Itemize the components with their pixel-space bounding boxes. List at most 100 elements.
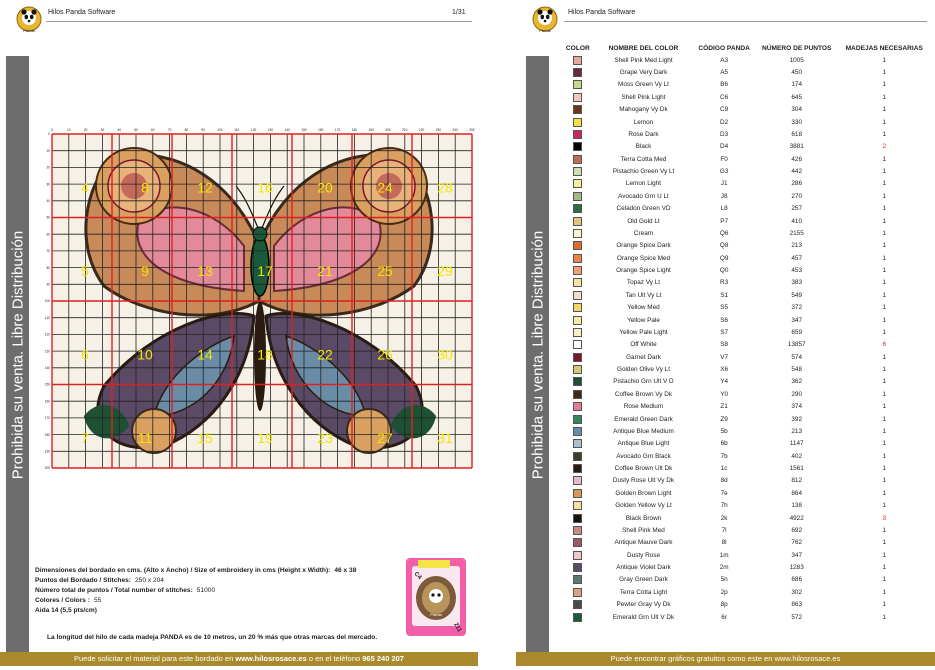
- skeins-needed: 1: [882, 601, 886, 609]
- color-swatch: [573, 303, 583, 313]
- header-code: CÓDIGO PANDA: [698, 44, 750, 52]
- panda-code: Z9: [720, 415, 728, 423]
- panda-code: 2k: [720, 514, 728, 522]
- color-name: Antique Blue Medium: [613, 427, 674, 435]
- color-name: Celadon Green VD: [616, 205, 671, 213]
- table-row: Off White S8 13857 6: [557, 339, 935, 351]
- stitch-count: 3881: [789, 143, 804, 151]
- skeins-needed: 1: [882, 378, 886, 386]
- total-value: 51000: [196, 587, 216, 594]
- stitch-count: 450: [791, 69, 803, 77]
- app-name: Hilos Panda Software: [48, 9, 116, 16]
- skeins-needed: 1: [882, 403, 886, 411]
- stitch-count: 4922: [789, 514, 804, 522]
- stitch-count: 762: [791, 539, 803, 547]
- side-label: Prohibida su venta. Libre Distribución: [529, 230, 546, 480]
- swatch-cell: [557, 462, 599, 474]
- color-swatch: [573, 451, 583, 461]
- color-swatch: [573, 92, 583, 102]
- panda-code: 7l: [721, 526, 727, 534]
- column-tick: 220: [419, 128, 425, 132]
- color-swatch: [573, 389, 583, 399]
- swatch-cell: [557, 388, 599, 400]
- color-swatch: [573, 402, 583, 412]
- color-swatch: [573, 80, 583, 90]
- table-row: Garnet Dark V7 574 1: [557, 351, 935, 363]
- page-footer: Puede solicitar el material para este bo…: [0, 652, 478, 666]
- panda-code: J1: [720, 180, 728, 188]
- panda-code: 1m: [719, 551, 729, 559]
- page-label: 26: [377, 346, 393, 362]
- page-label: 24: [377, 179, 393, 195]
- swatch-cell: [557, 141, 599, 153]
- color-name: Pewter Gray Vy Dk: [616, 601, 671, 609]
- footer-website-link[interactable]: www.hilosrosace.es: [235, 654, 306, 663]
- color-swatch: [573, 327, 583, 337]
- skeins-needed: 3: [882, 514, 886, 522]
- swatch-cell: [557, 227, 599, 239]
- stitch-count: 457: [791, 254, 803, 262]
- skeins-needed: 1: [882, 155, 886, 163]
- skeins-needed: 1: [882, 118, 886, 126]
- panda-code: P7: [720, 217, 729, 225]
- stitch-count: 572: [791, 613, 803, 621]
- color-name: Antique Blue Light: [617, 440, 670, 448]
- panda-code: 7e: [720, 489, 728, 497]
- stitch-count: 213: [791, 242, 803, 250]
- panda-code: V7: [720, 353, 729, 361]
- page-label: 23: [317, 430, 333, 446]
- page-label: 10: [137, 346, 153, 362]
- color-name: Terra Cotta Light: [619, 588, 668, 596]
- table-row: Orange Spice Dark Q8 213 1: [557, 240, 935, 252]
- swatch-cell: [557, 524, 599, 536]
- color-swatch: [573, 600, 583, 610]
- skeins-needed: 1: [882, 427, 886, 435]
- color-name: Dusty Rose Ult Vy Dk: [612, 477, 675, 485]
- color-name: Avocado Grn Black: [616, 452, 671, 460]
- stitch-count: 686: [791, 576, 803, 584]
- skeins-needed: 1: [882, 56, 886, 64]
- stitch-count: 302: [791, 588, 803, 596]
- table-row: Tan Ult Vy Lt S1 549 1: [557, 289, 935, 301]
- side-band: Prohibida su venta. Libre Distribución: [526, 56, 549, 654]
- color-swatch: [573, 563, 583, 573]
- swatch-cell: [557, 561, 599, 573]
- color-name: Black: [635, 143, 652, 151]
- stitch-count: 645: [791, 93, 803, 101]
- swatch-cell: [557, 79, 599, 91]
- skeins-needed: 1: [882, 291, 886, 299]
- table-row: Black D4 3881 2: [557, 141, 935, 153]
- color-name: Mahogany Vy Dk: [619, 106, 668, 114]
- panda-code: 2m: [719, 564, 729, 572]
- panda-code: 5n: [720, 576, 728, 584]
- row-tick: 20: [46, 166, 50, 170]
- color-name: Topaz Vy Lt: [626, 279, 661, 287]
- table-row: Dusty Rose 1m 347 1: [557, 549, 935, 561]
- aida-label: Aida 14 (5,5 pts/cm): [35, 607, 97, 614]
- panda-code: R3: [720, 279, 729, 287]
- table-row: Coffee Brown Vy Dk Y0 290 1: [557, 388, 935, 400]
- header-divider: [46, 21, 472, 22]
- swatch-cell: [557, 450, 599, 462]
- table-row: Terra Cotta Light 2p 302 1: [557, 586, 935, 598]
- stitch-count: 304: [791, 106, 803, 114]
- column-tick: 0: [51, 128, 53, 132]
- panda-code: S6: [720, 316, 729, 324]
- row-tick: 40: [46, 199, 50, 203]
- skeins-needed: 1: [882, 551, 886, 559]
- color-name: Grape Very Dark: [619, 69, 668, 77]
- panda-code: S5: [720, 304, 729, 312]
- stitch-count: 174: [791, 81, 803, 89]
- column-tick: 230: [436, 128, 442, 132]
- swatch-cell: [557, 401, 599, 413]
- stitch-count: 410: [791, 217, 803, 225]
- table-row: Mahogany Vy Dk C9 304 1: [557, 104, 935, 116]
- panda-code: 7b: [720, 452, 728, 460]
- size-value: 46 x 38: [334, 567, 357, 574]
- row-tick: 200: [45, 466, 51, 470]
- panda-code: 8d: [720, 477, 728, 485]
- skeins-needed: 1: [882, 465, 886, 473]
- page-label: 20: [317, 179, 333, 195]
- row-tick: 110: [45, 316, 50, 320]
- page-header: Panda Hilos Panda Software: [516, 4, 935, 34]
